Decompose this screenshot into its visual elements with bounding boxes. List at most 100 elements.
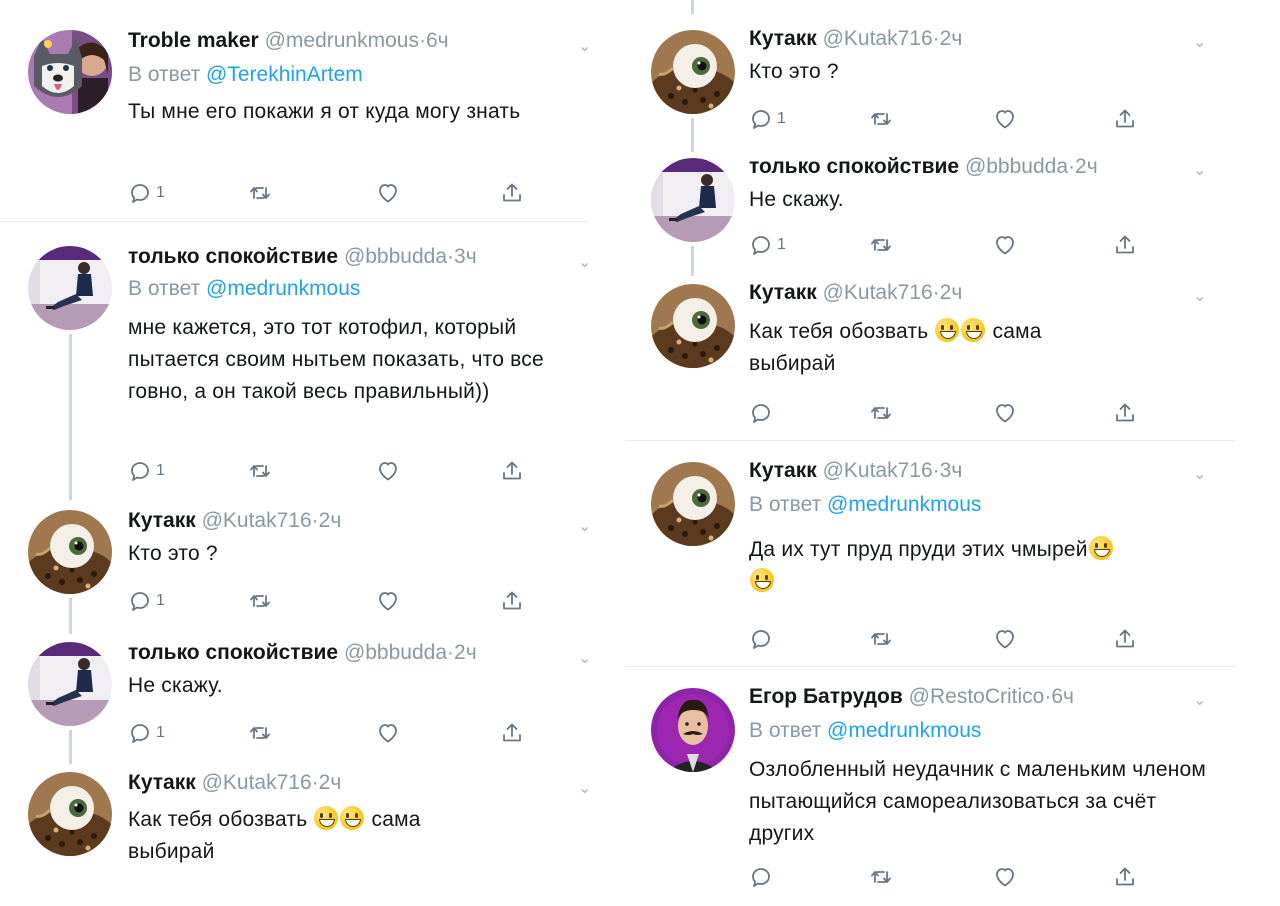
timestamp[interactable]: 6ч [426,29,449,52]
reply-button[interactable] [749,626,773,652]
avatar[interactable] [28,772,112,856]
retweet-button[interactable] [869,106,893,132]
chevron-down-icon[interactable]: ⌄ [1193,690,1206,710]
user-handle[interactable]: @Kutak716 [823,459,933,482]
user-handle[interactable]: @Kutak716 [823,27,933,50]
share-button[interactable] [500,458,524,484]
like-button[interactable] [993,864,1017,890]
timestamp[interactable]: 3ч [454,245,477,268]
timestamp[interactable]: 2ч [319,771,342,794]
share-button[interactable] [1113,106,1137,132]
user-handle[interactable]: @bbbudda [965,155,1068,178]
display-name[interactable]: только спокойствие [128,641,338,664]
retweet-button[interactable] [248,588,272,614]
like-button[interactable] [376,180,400,206]
timestamp[interactable]: 6ч [1051,685,1074,708]
like-button[interactable] [993,106,1017,132]
tweet[interactable]: Кутакк @Kutak716·2ч ⌄ Кто это ? 1 [0,500,605,634]
tweet[interactable]: Кутакк @Kutak716·2ч ⌄ Как тебя обозвать … [0,764,605,906]
chevron-down-icon[interactable]: ⌄ [1193,286,1206,306]
avatar[interactable] [651,30,735,114]
display-name[interactable]: Кутакк [128,771,196,794]
tweet[interactable]: Кутакк @Kutak716·2ч ⌄ Кто это ? 1 [625,18,1235,152]
mention-link[interactable]: @medrunkmous [827,719,981,742]
user-handle[interactable]: @Kutak716 [202,509,312,532]
timestamp[interactable]: 2ч [940,27,963,50]
avatar[interactable] [651,462,735,546]
reply-button[interactable]: 1 [128,720,165,746]
retweet-button[interactable] [869,626,893,652]
reply-button[interactable]: 1 [128,458,165,484]
display-name[interactable]: Кутакк [749,459,817,482]
avatar[interactable] [28,30,112,114]
reply-button[interactable]: 1 [749,106,786,132]
reply-button[interactable]: 1 [128,588,165,614]
display-name[interactable]: только спокойствие [128,245,338,268]
timestamp[interactable]: 2ч [940,281,963,304]
retweet-button[interactable] [248,458,272,484]
chevron-down-icon[interactable]: ⌄ [578,778,591,798]
timestamp[interactable]: 3ч [940,459,963,482]
retweet-button[interactable] [869,232,893,258]
chevron-down-icon[interactable]: ⌄ [1193,32,1206,52]
mention-link[interactable]: @medrunkmous [827,493,981,516]
user-handle[interactable]: @Kutak716 [823,281,933,304]
like-button[interactable] [993,232,1017,258]
retweet-button[interactable] [248,180,272,206]
reply-button[interactable] [749,864,773,890]
avatar[interactable] [651,688,735,772]
chevron-down-icon[interactable]: ⌄ [1193,464,1206,484]
avatar[interactable] [28,246,112,330]
display-name[interactable]: Кутакк [749,27,817,50]
reply-button[interactable] [749,400,773,426]
tweet[interactable]: только спокойствие @bbbudda·2ч ⌄ Не скаж… [0,632,605,764]
avatar[interactable] [28,510,112,594]
user-handle[interactable]: @Kutak716 [202,771,312,794]
tweet[interactable]: только спокойствие @bbbudda·2ч ⌄ Не скаж… [625,150,1235,276]
reply-button[interactable]: 1 [128,180,165,206]
user-handle[interactable]: @medrunkmous [265,29,419,52]
display-name[interactable]: только спокойствие [749,155,959,178]
share-button[interactable] [500,720,524,746]
like-button[interactable] [376,588,400,614]
like-button[interactable] [993,400,1017,426]
timestamp[interactable]: 2ч [454,641,477,664]
reply-button[interactable]: 1 [749,232,786,258]
chevron-down-icon[interactable]: ⌄ [578,648,591,668]
timestamp[interactable]: 2ч [1075,155,1098,178]
display-name[interactable]: Кутакк [128,509,196,532]
tweet[interactable]: Troble maker @medrunkmous·6ч ⌄ В ответ @… [0,0,605,222]
avatar[interactable] [651,158,735,242]
retweet-button[interactable] [869,864,893,890]
share-button[interactable] [500,588,524,614]
like-button[interactable] [376,720,400,746]
chevron-down-icon[interactable]: ⌄ [1193,160,1206,180]
share-button[interactable] [500,180,524,206]
display-name[interactable]: Troble maker [128,29,259,52]
chevron-down-icon[interactable]: ⌄ [578,252,591,272]
tweet[interactable]: Кутакк @Kutak716·2ч ⌄ Как тебя обозвать … [625,276,1235,442]
mention-link[interactable]: @TerekhinArtem [206,63,363,86]
like-button[interactable] [376,458,400,484]
retweet-button[interactable] [248,720,272,746]
like-button[interactable] [993,626,1017,652]
avatar[interactable] [28,642,112,726]
share-button[interactable] [1113,864,1137,890]
tweet[interactable]: Кутакк @Kutak716·3ч ⌄ В ответ @medrunkmo… [625,442,1235,668]
tweet[interactable]: Егор Батрудов @RestoCritico·6ч ⌄ В ответ… [625,668,1235,906]
display-name[interactable]: Кутакк [749,281,817,304]
chevron-down-icon[interactable]: ⌄ [578,516,591,536]
user-handle[interactable]: @RestoCritico [909,685,1045,708]
display-name[interactable]: Егор Батрудов [749,685,903,708]
user-handle[interactable]: @bbbudda [344,641,447,664]
share-button[interactable] [1113,400,1137,426]
avatar[interactable] [651,284,735,368]
share-button[interactable] [1113,626,1137,652]
user-handle[interactable]: @bbbudda [344,245,447,268]
share-button[interactable] [1113,232,1137,258]
retweet-button[interactable] [869,400,893,426]
chevron-down-icon[interactable]: ⌄ [578,36,591,56]
timestamp[interactable]: 2ч [319,509,342,532]
mention-link[interactable]: @medrunkmous [206,277,360,300]
tweet[interactable]: только спокойствие @bbbudda·3ч ⌄ В ответ… [0,222,605,500]
